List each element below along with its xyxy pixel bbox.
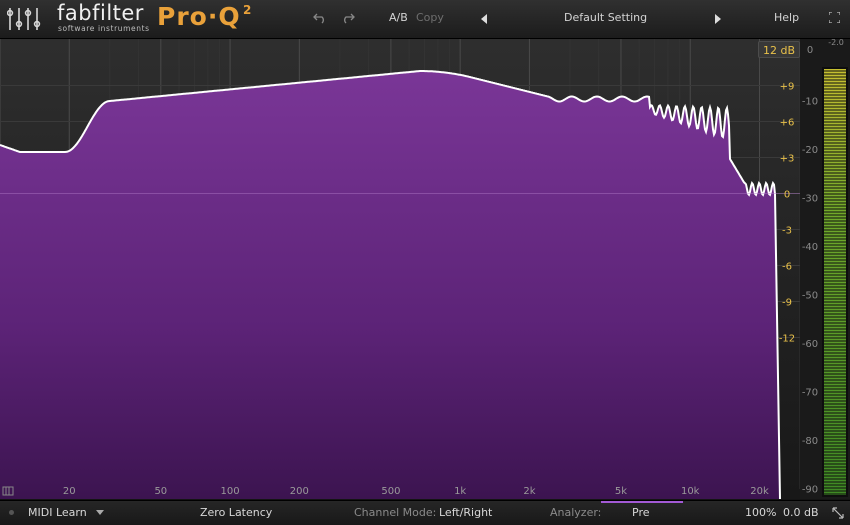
product-name: Pro·Q	[157, 2, 241, 31]
midi-dropdown-icon[interactable]	[96, 510, 104, 515]
channel-mode-label: Channel Mode:	[354, 506, 437, 519]
top-toolbar: fabfilter software instruments Pro·Q 2 A…	[0, 0, 850, 39]
eq-scale-label: -6	[782, 262, 792, 273]
channel-mode-selector[interactable]: Left/Right	[439, 506, 492, 519]
spectrum-fill	[0, 71, 780, 499]
analyzer-scale-label: -40	[802, 242, 818, 253]
midi-learn-button[interactable]: MIDI Learn	[28, 506, 87, 519]
redo-icon[interactable]	[341, 12, 355, 24]
analyzer-scale-label: -30	[802, 194, 818, 205]
analyzer-scale-label: -50	[802, 291, 818, 302]
analyzer-scale-label: -20	[802, 145, 818, 156]
resize-icon[interactable]	[832, 507, 844, 519]
analyzer-scale-label: -60	[802, 339, 818, 350]
eq-scale-label: -3	[782, 226, 792, 237]
eq-display[interactable]: +9 +6 +3 0 -3 -6 -9 -12 -10 -20 -30 -40 -50 -60 -70 -80…	[0, 39, 850, 499]
analyzer-label: Analyzer:	[550, 506, 602, 519]
eq-scale-label: -12	[779, 334, 795, 345]
output-gain[interactable]: 0.0 dB	[783, 506, 819, 519]
frequency-label: 2k	[523, 486, 535, 497]
brand-subtitle: software instruments	[58, 24, 150, 33]
eq-scale-label: +6	[780, 118, 795, 129]
eq-scale-label: +3	[780, 154, 795, 165]
ab-button[interactable]: A/B	[389, 11, 408, 24]
analyzer-indicator	[601, 501, 683, 503]
frequency-label: 100	[221, 486, 240, 497]
frequency-label: 20k	[750, 486, 769, 497]
frequency-label: 1k	[454, 486, 466, 497]
status-bar: MIDI Learn Zero Latency Channel Mode: Le…	[0, 500, 850, 525]
output-meter	[824, 69, 846, 495]
frequency-label: 5k	[615, 486, 627, 497]
logo: fabfilter software instruments Pro·Q 2	[0, 0, 300, 38]
analyzer-scale-label: -70	[802, 388, 818, 399]
frequency-label: 500	[381, 486, 400, 497]
midi-indicator-icon	[9, 510, 14, 515]
analyzer-scale-label: -90	[802, 485, 818, 496]
preset-name[interactable]: Default Setting	[564, 11, 647, 24]
brand-name: fabfilter	[57, 1, 144, 25]
frequency-label: 50	[154, 486, 167, 497]
preset-prev-icon[interactable]	[481, 14, 487, 24]
eq-scale-label: +9	[780, 82, 795, 93]
display-range-button[interactable]: 12 dB	[758, 41, 800, 58]
zoom-level[interactable]: 100%	[745, 506, 776, 519]
copy-button[interactable]: Copy	[416, 11, 444, 24]
undo-icon[interactable]	[313, 12, 327, 24]
meter-peak-label: -2.0	[828, 39, 844, 47]
preset-next-icon[interactable]	[715, 14, 721, 24]
analyzer-scale-label: -80	[802, 436, 818, 447]
frequency-label: 10k	[681, 486, 700, 497]
analyzer-scale-label: -10	[802, 97, 818, 108]
latency-selector[interactable]: Zero Latency	[200, 506, 272, 519]
fabfilter-logo-icon	[7, 8, 41, 30]
help-button[interactable]: Help	[774, 11, 799, 24]
product-version: 2	[243, 3, 252, 17]
frequency-label: 20	[63, 486, 76, 497]
analyzer-selector[interactable]: Pre	[632, 506, 650, 519]
fullscreen-icon[interactable]	[829, 12, 840, 23]
eq-scale-label: -9	[782, 298, 792, 309]
meter-top-label: 0	[807, 45, 813, 56]
frequency-label: 200	[290, 486, 309, 497]
eq-scale-label: 0	[784, 190, 790, 201]
